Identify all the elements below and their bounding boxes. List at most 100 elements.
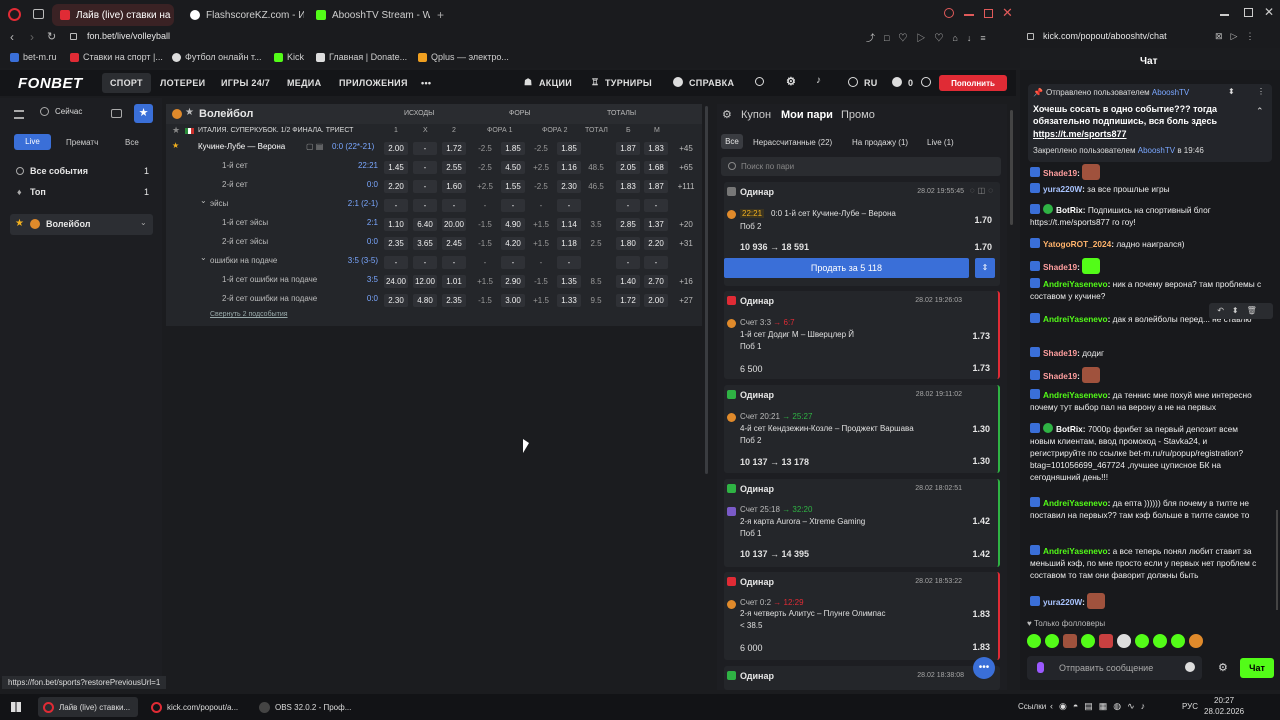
odds-cell[interactable]: - (413, 199, 437, 212)
chat-username[interactable]: Shade19 (1043, 168, 1077, 178)
chat-message[interactable]: AndreiYasenevo: ник а почему верона? там… (1030, 278, 1262, 302)
star-icon[interactable]: ★ (15, 218, 24, 229)
more-markets-count[interactable]: +111 (672, 180, 700, 193)
new-tab-icon[interactable]: + (437, 8, 444, 22)
bookmark-bet-m[interactable]: bet-m.ru (10, 52, 57, 62)
odds-cell[interactable]: 3.65 (413, 237, 437, 250)
tab-my-bets[interactable]: Мои пари (781, 109, 833, 121)
odds-cell[interactable]: 24.00 (384, 275, 408, 288)
address-actions-icons[interactable]: ⤴□♡▷♡⌂↓≡ (866, 31, 995, 44)
odds-cell[interactable]: 1.18 (557, 237, 581, 250)
league-row[interactable]: ★ ИТАЛИЯ. СУПЕРКУБОК. 1/2 ФИНАЛА. ТРИЕСТ… (166, 124, 702, 138)
search-icon[interactable] (755, 77, 764, 86)
fonbet-logo[interactable]: FONBET (18, 75, 83, 92)
odds-cell[interactable]: 2.20 (644, 237, 668, 250)
nav-tournaments[interactable]: ТУРНИРЫ (605, 78, 652, 88)
odds-cell[interactable]: 1.35 (557, 275, 581, 288)
chat-scrollbar[interactable] (1276, 510, 1278, 610)
chat-username[interactable]: AndreiYasenevo (1043, 314, 1108, 324)
chat-username[interactable]: AndreiYasenevo (1043, 498, 1108, 508)
odds-cell[interactable]: 1.10 (384, 218, 408, 231)
odds-cell[interactable]: - (501, 256, 525, 269)
star-icon[interactable]: ★ (185, 107, 194, 118)
odds-cell[interactable]: 1.40 (616, 275, 640, 288)
chat-username[interactable]: YatogoROT_2024 (1043, 239, 1111, 249)
chat-message[interactable]: AndreiYasenevo: да епта )))))) бля почем… (1030, 497, 1262, 521)
minimize-icon[interactable] (964, 14, 974, 16)
bet-card-4[interactable]: Одинар 28.02 18:02:51 Счет 25:18 → 32:20… (724, 479, 1000, 567)
subevent-row[interactable]: 1-й сет 22:21 1.45-2.55 -2.5 4.50 +2.5 1.16 48.… (166, 158, 702, 177)
popup-actions-icons[interactable]: ⊠▷⋮ (1215, 31, 1262, 42)
star-icon[interactable]: ★ (172, 141, 179, 150)
language-selector[interactable]: RU (864, 78, 878, 88)
subevent-row[interactable]: 2-й сет ошибки на подаче 0:0 2.30 4.80 2.35 -… (166, 291, 702, 310)
odds-cell[interactable]: 1.87 (616, 142, 640, 155)
odds-cell[interactable]: - (442, 256, 466, 269)
tab-coupon[interactable]: Купон (741, 109, 771, 121)
clock-time[interactable]: 20:27 (1214, 696, 1234, 705)
emote-icon[interactable] (1063, 634, 1077, 648)
emote-icon[interactable] (1099, 634, 1113, 648)
emote-icon[interactable] (1135, 634, 1149, 648)
nav-promotions[interactable]: АКЦИИ (539, 78, 572, 88)
bet-card-6[interactable]: Одинар 28.02 18:38:08 (724, 666, 1000, 690)
chat-username[interactable]: BotRix (1056, 205, 1083, 215)
odds-cell[interactable]: - (384, 199, 408, 212)
emote-icon[interactable] (1171, 634, 1185, 648)
windows-start-icon[interactable] (11, 702, 21, 712)
sell-bet-button[interactable]: Продать за 5 118 (724, 258, 969, 278)
chat-message[interactable]: yura220W: (1030, 593, 1262, 609)
user-icon[interactable] (892, 77, 902, 87)
odds-cell[interactable]: - (413, 256, 437, 269)
chat-username[interactable]: AndreiYasenevo (1043, 546, 1108, 556)
pinned-link[interactable]: https://t.me/sports877 (1033, 129, 1127, 139)
odds-cell[interactable]: 1.33 (557, 294, 581, 307)
nav-lotteries[interactable]: ЛОТЕРЕИ (160, 78, 205, 88)
more-markets-count[interactable] (672, 256, 700, 269)
odds-cell[interactable]: 6.40 (413, 218, 437, 231)
chat-message[interactable]: yura220W: за все прошлые игры (1030, 183, 1262, 195)
tabs-menu-icon[interactable] (33, 9, 44, 19)
close-window-icon[interactable]: ✕ (1002, 5, 1013, 21)
chat-message[interactable]: BotRix: Подпишись на спортивный блог htt… (1030, 204, 1262, 228)
bet-panel-scrollbar[interactable] (1010, 110, 1013, 225)
forward-icon[interactable]: › (30, 30, 34, 44)
odds-cell[interactable]: 1.83 (644, 142, 668, 155)
bet-card-2[interactable]: Одинар 28.02 19:26:03 Счет 3:3 → 6:7 1-й… (724, 291, 1000, 379)
subevent-row[interactable]: 1-й сет эйсы 2:1 1.10 6.40 20.00 -1.5 4.90 +1.5… (166, 215, 702, 234)
bookmark-stavki[interactable]: Ставки на спорт |... (70, 52, 163, 62)
chat-username[interactable]: Shade19 (1043, 262, 1077, 272)
deposit-button[interactable]: Пополнить (939, 75, 1007, 91)
chat-username[interactable]: AndreiYasenevo (1043, 390, 1108, 400)
chevron-down-icon[interactable]: ⌄ (200, 196, 207, 205)
microphone-icon[interactable] (1037, 662, 1044, 673)
chat-username[interactable]: yura220W (1043, 184, 1082, 194)
opera-logo-icon[interactable] (8, 8, 21, 21)
chat-message[interactable]: AndreiYasenevo: а все теперь понял любит… (1030, 545, 1262, 581)
odds-cell[interactable]: - (644, 199, 668, 212)
chat-username[interactable]: yura220W (1043, 597, 1082, 607)
main-scrollbar[interactable] (705, 106, 708, 474)
group-outcomes[interactable]: ИСХОДЫ (404, 110, 434, 117)
taskbar-item-obs[interactable]: OBS 32.0.2 - Проф... (254, 697, 354, 717)
odds-cell[interactable]: 20.00 (442, 218, 466, 231)
url-input[interactable]: fon.bet/live/volleyball (87, 31, 170, 41)
now-toggle[interactable]: Сейчас (40, 107, 82, 116)
chat-message[interactable]: YatogoROT_2024: ладно наигрался) (1030, 238, 1262, 250)
odds-cell[interactable]: 1.16 (557, 161, 581, 174)
popup-minimize-icon[interactable] (1220, 14, 1229, 16)
tab-kick[interactable]: AbooshTV Stream - Watch (308, 4, 430, 26)
group-totals[interactable]: ТОТАЛЫ (607, 110, 636, 117)
odds-cell[interactable]: 2.05 (616, 161, 640, 174)
odds-cell[interactable]: - (557, 256, 581, 269)
odds-cell[interactable]: - (413, 180, 437, 193)
odds-cell[interactable]: 1.87 (644, 180, 668, 193)
group-handicaps[interactable]: ФОРЫ (509, 110, 531, 117)
odds-cell[interactable]: 2.55 (442, 161, 466, 174)
odds-cell[interactable]: 1.80 (616, 237, 640, 250)
subevent-row[interactable]: 1-й сет ошибки на подаче 3:5 24.00 12.00 1.0… (166, 272, 702, 291)
odds-cell[interactable]: 1.01 (442, 275, 466, 288)
chat-username[interactable]: BotRix (1056, 424, 1083, 434)
odds-cell[interactable]: 4.50 (501, 161, 525, 174)
odds-cell[interactable]: 2.20 (384, 180, 408, 193)
